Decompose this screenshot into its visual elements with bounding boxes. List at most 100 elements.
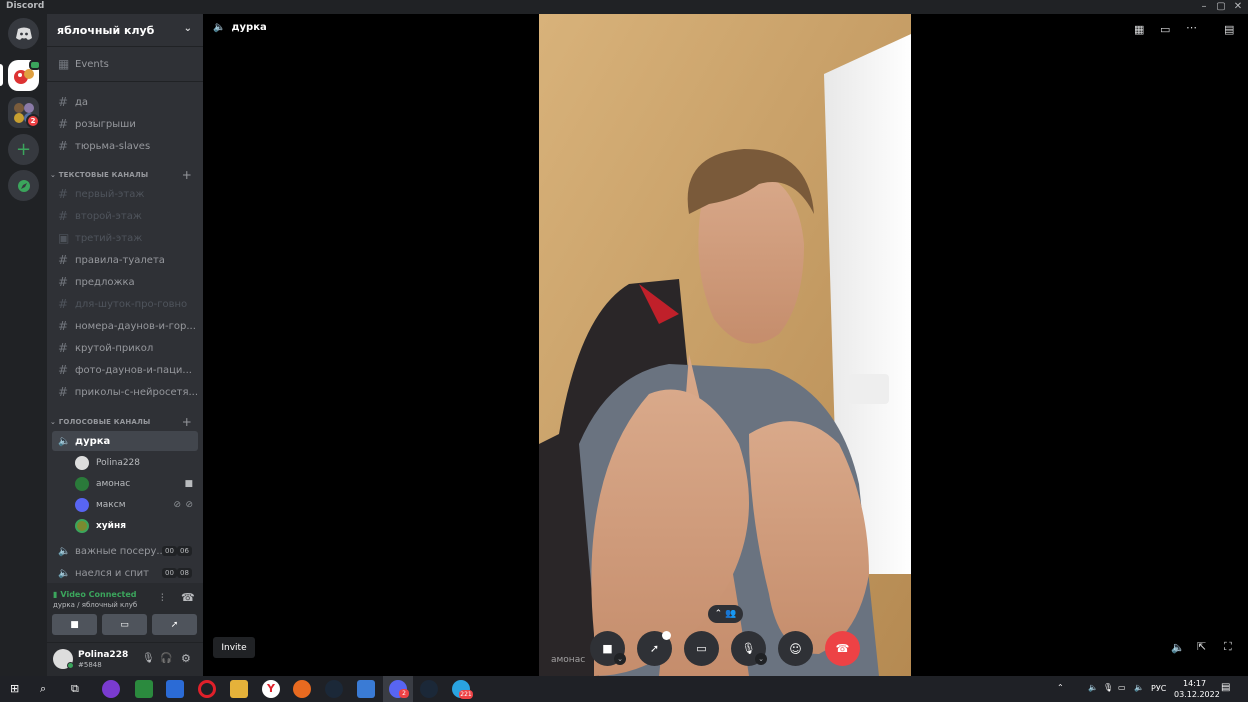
voice-user-maksm[interactable]: максм ⊘ ⊘ [75,495,197,515]
camera-options-chevron[interactable]: ⌄ [614,653,626,665]
channel-name: да [75,96,89,108]
clock-date[interactable]: 03.12.2022 [1174,690,1220,699]
channel-jokes[interactable]: # для-шуток-про-говно [52,294,198,314]
noise-suppression-icon[interactable]: ⫶ [161,593,164,604]
gear-icon[interactable]: ⚙ [181,652,191,665]
add-server-button[interactable]: + [8,134,39,165]
hash-icon: # [58,385,69,399]
windows-start-icon[interactable]: ⊞ [10,682,19,695]
firefox-icon[interactable] [293,680,311,698]
popout-icon[interactable]: ▭ [1160,23,1170,36]
camera-button[interactable]: ■ [52,614,97,635]
chevron-down-icon: ⌄ [183,23,192,34]
volume-tray-icon[interactable]: 🔈 [1088,683,1098,692]
hash-icon: # [58,95,69,109]
soundboard-button[interactable]: ☺ [778,631,813,666]
steam-icon[interactable] [420,680,438,698]
screenshare-button[interactable]: ▭ [684,631,719,666]
microphone-icon[interactable]: 🎙 [142,653,155,664]
clock-time[interactable]: 14:17 [1183,679,1206,688]
camera-icon: ■ [184,479,193,489]
new-indicator-dot [662,631,671,640]
yandex-browser-icon[interactable]: Y [262,680,280,698]
speaker-icon: 🔈 [58,435,71,447]
search-icon[interactable]: ⌕ [40,682,46,696]
channel-name: дурка [75,435,111,447]
channel-name: приколы-с-нейросетя... [74,386,198,398]
popout-window-icon[interactable]: ⇱ [1197,640,1206,653]
create-channel-icon[interactable]: + [182,415,192,429]
mic-options-chevron[interactable]: ⌄ [755,653,767,665]
fullscreen-icon[interactable]: ⛶ [1224,640,1232,654]
activity-button[interactable]: ➚ [152,614,197,635]
close-button[interactable]: ✕ [1228,0,1248,14]
channel-third-floor[interactable]: ▣ третий-этаж [52,228,198,248]
voice-channel-durka[interactable]: 🔈 дурка [52,431,198,451]
channel-first-floor[interactable]: # первый-этаж [52,184,198,204]
more-options-icon[interactable]: ⋯ [1186,21,1197,34]
channel-neural-jokes[interactable]: # приколы-с-нейросетя... [52,382,198,402]
channel-jail[interactable]: # тюрьма-slaves [52,136,198,156]
hash-icon: # [58,209,69,223]
discord-notification-badge: 2 [399,689,409,698]
channel-title: дурка [231,22,267,33]
headphones-icon[interactable]: 🎧 [160,653,172,664]
opera-icon[interactable] [198,680,216,698]
game-app-icon[interactable] [135,680,153,698]
events-link[interactable]: ▦ Events [52,54,198,74]
category-label: ГОЛОСОВЫЕ КАНАЛЫ [58,418,151,426]
task-view-icon[interactable]: ⧉ [71,682,79,696]
voice-user-amonas[interactable]: амонас ■ [75,474,197,494]
channel-cool-joke[interactable]: # крутой-прикол [52,338,198,358]
music-app-icon[interactable] [102,680,120,698]
microphone-tray-icon[interactable]: 🎙 [1103,683,1113,692]
screenshare-button[interactable]: ▭ [102,614,147,635]
chevron-up-icon[interactable]: ⌃ [1057,683,1064,692]
explore-servers-button[interactable] [8,170,39,201]
channel-giveaways[interactable]: # розыгрыши [52,114,198,134]
steam-icon[interactable] [325,680,343,698]
chat-icon[interactable]: ▤ [1224,23,1234,36]
channel-da[interactable]: # да [52,92,198,112]
voice-user-huinya[interactable]: хуйня [75,516,197,536]
channel-name: первый-этаж [75,188,145,200]
speaker-tray-icon[interactable]: 🔈 [1134,683,1144,692]
grid-view-icon[interactable]: ▦ [1134,23,1144,36]
avatar [75,477,89,491]
server-list: 2 + [0,14,47,676]
home-button[interactable] [8,18,39,49]
channel-numbers[interactable]: # номера-даунов-и-гор... [52,316,198,336]
server-header[interactable]: яблочный клуб ⌄ [47,14,203,47]
video-tile[interactable]: амонас [539,14,911,676]
participants-toggle[interactable]: ⌃ 👥 [708,605,743,623]
rules-channel-icon: ▣ [58,231,70,245]
channel-photos[interactable]: # фото-даунов-и-паци... [52,360,198,380]
voice-user-name: максм [96,500,126,510]
create-channel-icon[interactable]: + [182,168,192,182]
file-explorer-icon[interactable] [230,680,248,698]
camera-icon: ■ [70,619,79,630]
text-category[interactable]: ⌄ ТЕКСТОВЫЕ КАНАЛЫ + [50,168,200,182]
network-icon[interactable]: ▭ [1118,683,1126,692]
notifications-icon[interactable]: ▤ [1221,682,1230,693]
username: Polina228 [78,650,129,660]
category-label: ТЕКСТОВЫЕ КАНАЛЫ [58,171,149,179]
app-window-icon[interactable] [357,680,375,698]
language-indicator[interactable]: РУС [1151,684,1166,693]
voice-user-polina[interactable]: Polina228 [75,453,197,473]
voice-category[interactable]: ⌄ ГОЛОСОВЫЕ КАНАЛЫ + [50,415,200,429]
deafened-icon: ⊘ [185,500,193,510]
emoji-icon: ☺ [789,641,802,656]
user-limit-badge: 08 [177,568,192,578]
channel-toilet-rules[interactable]: # правила-туалета [52,250,198,270]
channel-second-floor[interactable]: # второй-этаж [52,206,198,226]
volume-icon[interactable]: 🔈 [1171,641,1185,654]
server-name: яблочный клуб [57,23,155,37]
store-icon[interactable] [166,680,184,698]
disconnect-call-button[interactable]: ☎ [825,631,860,666]
disconnect-icon[interactable]: ☎ [181,591,195,604]
invite-tooltip: Invite [213,637,255,658]
hash-icon: # [58,319,69,333]
hash-icon: # [58,341,69,355]
channel-suggestions[interactable]: # предложка [52,272,198,292]
